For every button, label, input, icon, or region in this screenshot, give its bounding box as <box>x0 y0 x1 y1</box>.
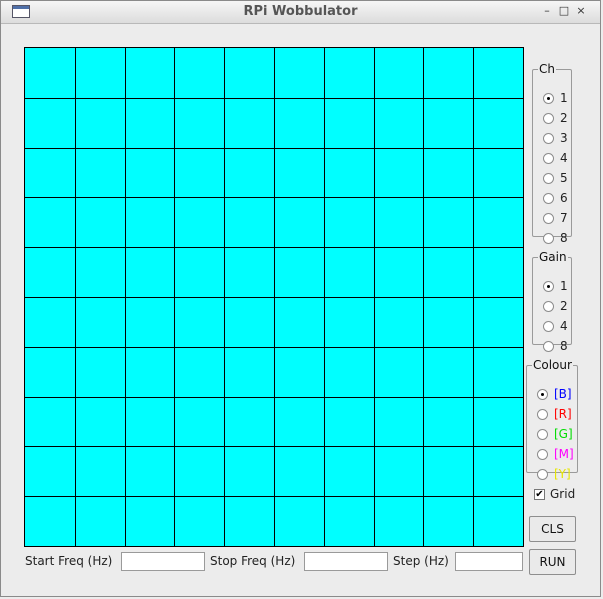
gain-legend: Gain <box>539 250 567 264</box>
gain-radio[interactable] <box>543 300 554 312</box>
gain-group: Gain 1 2 4 8 <box>532 250 572 353</box>
gain-radio[interactable] <box>543 320 554 332</box>
channel-radio[interactable] <box>543 232 554 244</box>
gain-radio[interactable] <box>543 280 554 292</box>
gain-option-label: 1 <box>560 279 568 293</box>
gain-radio[interactable] <box>543 340 554 352</box>
window-title: RPi Wobbulator <box>243 4 358 19</box>
start-freq-label: Start Freq (Hz) <box>25 554 113 568</box>
channel-option[interactable]: 7 <box>543 208 568 228</box>
colour-option[interactable]: [R] <box>537 404 572 424</box>
gain-option-label: 8 <box>560 339 568 353</box>
channel-radio[interactable] <box>543 152 554 164</box>
grid-checkbox-box[interactable]: ✔ <box>534 488 545 500</box>
colour-option-label: [B] <box>554 387 572 401</box>
gain-option[interactable]: 1 <box>543 276 568 296</box>
start-freq-input[interactable] <box>121 552 205 571</box>
channel-radio[interactable] <box>543 132 554 144</box>
channel-radio[interactable] <box>543 212 554 224</box>
channel-option-label: 3 <box>560 131 568 145</box>
colour-option-label: [G] <box>554 427 573 441</box>
colour-legend: Colour <box>533 358 572 372</box>
grid-checkbox[interactable]: ✔ Grid <box>534 487 575 501</box>
run-button[interactable]: RUN <box>529 549 576 575</box>
colour-option-label: [Y] <box>554 467 571 481</box>
step-input[interactable] <box>455 552 523 571</box>
colour-radio[interactable] <box>537 428 548 440</box>
colour-option[interactable]: [G] <box>537 424 573 444</box>
channel-option-label: 8 <box>560 231 568 245</box>
channel-option-label: 6 <box>560 191 568 205</box>
title-bar[interactable]: RPi Wobbulator – □ × <box>1 1 600 24</box>
channel-option-label: 7 <box>560 211 568 225</box>
gain-option-label: 2 <box>560 299 568 313</box>
gain-option[interactable]: 4 <box>543 316 568 336</box>
colour-group: Colour [B] [R] [G] [M] [Y] <box>526 358 578 481</box>
app-window: RPi Wobbulator – □ × Ch 1 2 3 4 5 6 7 8 Gain 1 2… <box>0 0 601 597</box>
channel-option[interactable]: 6 <box>543 188 568 208</box>
colour-option-label: [M] <box>554 447 574 461</box>
channel-legend: Ch <box>539 62 555 76</box>
channel-option[interactable]: 1 <box>543 88 568 108</box>
channel-option[interactable]: 8 <box>543 228 568 248</box>
gain-option[interactable]: 8 <box>543 336 568 356</box>
colour-option[interactable]: [B] <box>537 384 572 404</box>
channel-radio[interactable] <box>543 112 554 124</box>
channel-option-label: 1 <box>560 91 568 105</box>
minimize-icon[interactable]: – <box>540 3 554 19</box>
channel-radio[interactable] <box>543 172 554 184</box>
plot-canvas <box>24 47 524 547</box>
channel-option-label: 5 <box>560 171 568 185</box>
close-icon[interactable]: × <box>574 3 588 19</box>
step-label: Step (Hz) <box>393 554 449 568</box>
cls-button[interactable]: CLS <box>529 516 576 542</box>
gain-option[interactable]: 2 <box>543 296 568 316</box>
colour-radio[interactable] <box>537 468 548 480</box>
channel-option[interactable]: 2 <box>543 108 568 128</box>
colour-option[interactable]: [Y] <box>537 464 571 484</box>
channel-option-label: 4 <box>560 151 568 165</box>
channel-option[interactable]: 5 <box>543 168 568 188</box>
colour-radio[interactable] <box>537 448 548 460</box>
stop-freq-label: Stop Freq (Hz) <box>210 554 296 568</box>
plot-grid <box>25 48 523 546</box>
maximize-icon[interactable]: □ <box>557 3 571 19</box>
channel-option[interactable]: 3 <box>543 128 568 148</box>
channel-radio[interactable] <box>543 92 554 104</box>
colour-radio[interactable] <box>537 388 548 400</box>
stop-freq-input[interactable] <box>304 552 388 571</box>
channel-radio[interactable] <box>543 192 554 204</box>
gain-option-label: 4 <box>560 319 568 333</box>
channel-group: Ch 1 2 3 4 5 6 7 8 <box>532 62 572 245</box>
channel-option[interactable]: 4 <box>543 148 568 168</box>
grid-checkbox-label: Grid <box>550 487 576 501</box>
colour-radio[interactable] <box>537 408 548 420</box>
colour-option-label: [R] <box>554 407 572 421</box>
channel-option-label: 2 <box>560 111 568 125</box>
colour-option[interactable]: [M] <box>537 444 574 464</box>
